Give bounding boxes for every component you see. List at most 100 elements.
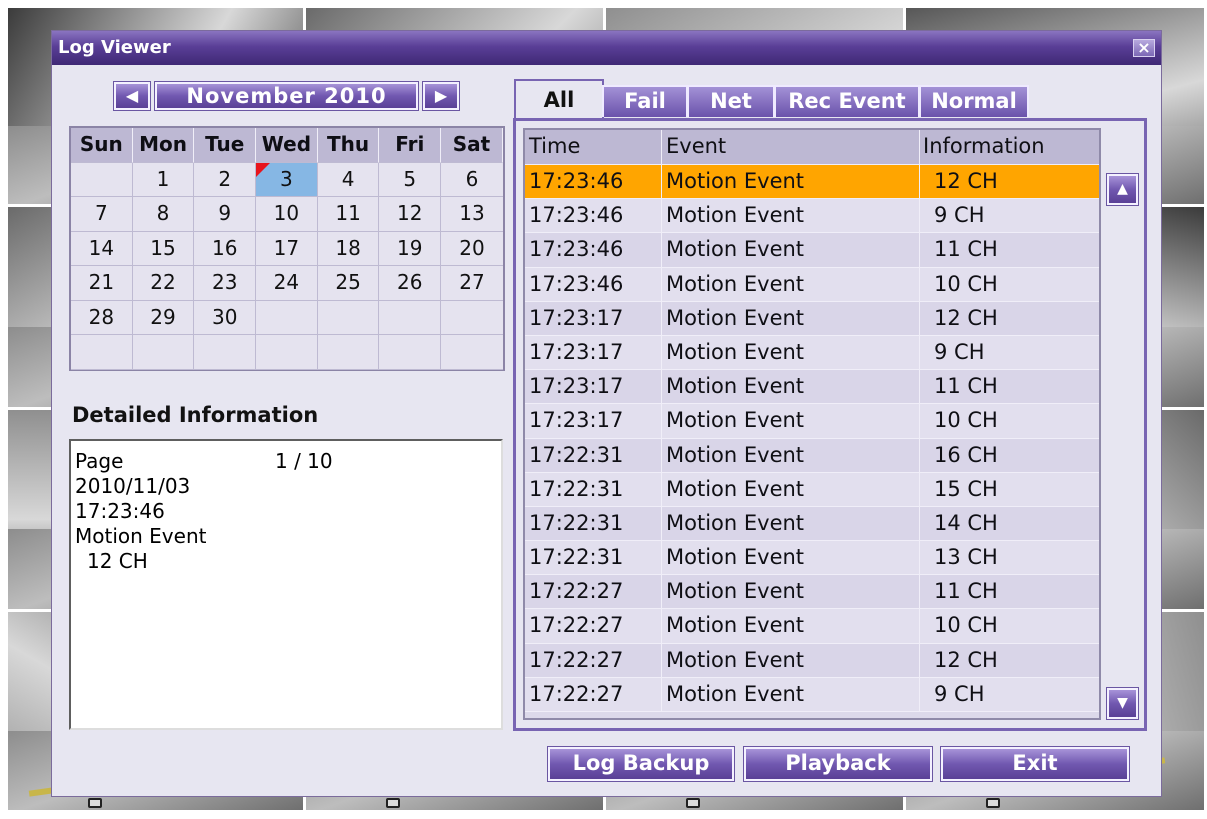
calendar-day[interactable]: 16 (194, 231, 257, 266)
column-header-event[interactable]: Event (662, 130, 920, 164)
log-row[interactable]: 17:22:27 Motion Event 9 CH (525, 677, 1099, 712)
chevron-left-icon: ◀ (125, 86, 139, 105)
calendar-week-row (71, 335, 503, 370)
exit-button[interactable]: Exit (940, 746, 1130, 782)
log-row[interactable]: 17:23:17 Motion Event 12 CH (525, 301, 1099, 336)
log-time: 17:23:46 (525, 267, 662, 301)
calendar-day[interactable]: 8 (132, 197, 195, 232)
calendar-day[interactable]: 11 (317, 197, 380, 232)
calendar-day[interactable]: 17 (256, 231, 318, 266)
next-month-button[interactable]: ▶ (422, 81, 460, 111)
calendar-week-row: 7 8 9 10 11 12 13 (71, 197, 503, 232)
log-row[interactable]: 17:22:27 Motion Event 10 CH (525, 609, 1099, 644)
tab-rec-event[interactable]: Rec Event (774, 85, 920, 117)
column-header-information[interactable]: Information (920, 130, 1099, 164)
calendar-day[interactable]: 25 (317, 266, 380, 301)
calendar-day[interactable]: 5 (379, 162, 442, 197)
calendar-day[interactable]: 6 (441, 162, 503, 197)
calendar-day[interactable]: 20 (441, 231, 503, 266)
calendar-day[interactable]: 29 (132, 300, 195, 335)
log-table-header: Time Event Information (525, 130, 1099, 165)
log-information: 10 CH (934, 408, 998, 433)
log-row[interactable]: 17:23:17 Motion Event 11 CH (525, 370, 1099, 405)
title-bar[interactable]: Log Viewer (52, 31, 1161, 65)
log-row[interactable]: 17:23:46 Motion Event 12 CH (525, 165, 1099, 200)
detail-page-line: Page 1 / 10 (75, 449, 497, 474)
log-event: Motion Event (662, 267, 920, 301)
weekday-label: Sat (441, 128, 503, 163)
tab-normal[interactable]: Normal (919, 85, 1029, 117)
log-row[interactable]: 17:22:31 Motion Event 14 CH (525, 506, 1099, 542)
calendar-day[interactable]: 15 (132, 231, 195, 266)
log-row[interactable]: 17:22:27 Motion Event 11 CH (525, 575, 1099, 610)
log-row[interactable]: 17:22:27 Motion Event 12 CH (525, 643, 1099, 678)
calendar-grid: Sun Mon Tue Wed Thu Fri Sat 1 2 3 4 5 6 7 8 9 10 11 12 13 1… (69, 126, 505, 371)
log-event: Motion Event (662, 541, 920, 575)
calendar-day[interactable]: 26 (379, 266, 442, 301)
chevron-right-icon: ▶ (434, 86, 448, 105)
calendar-day[interactable]: 30 (194, 300, 257, 335)
calendar-day[interactable]: 9 (194, 197, 257, 232)
log-time: 17:23:17 (525, 404, 662, 438)
calendar-day[interactable]: 2 (194, 162, 257, 197)
log-time: 17:22:27 (525, 609, 662, 643)
log-row[interactable]: 17:23:46 Motion Event 10 CH (525, 267, 1099, 302)
calendar-day[interactable]: 10 (256, 197, 318, 232)
log-information: 13 CH (934, 545, 998, 570)
tab-net[interactable]: Net (687, 85, 775, 117)
log-information: 15 CH (934, 476, 998, 501)
log-row[interactable]: 17:23:17 Motion Event 10 CH (525, 404, 1099, 439)
calendar-day[interactable]: 12 (379, 197, 442, 232)
calendar-day[interactable]: 14 (71, 231, 133, 266)
log-time: 17:23:17 (525, 370, 662, 404)
calendar-empty-cell (441, 300, 503, 335)
log-row[interactable]: 17:22:31 Motion Event 13 CH (525, 541, 1099, 576)
calendar-day[interactable]: 27 (441, 266, 503, 301)
calendar-day[interactable]: 7 (71, 197, 133, 232)
calendar-empty-cell (132, 335, 195, 370)
camera-icon (386, 798, 400, 808)
playback-button[interactable]: Playback (743, 746, 933, 782)
month-label: November 2010 (154, 81, 419, 111)
calendar-day[interactable]: 1 (132, 162, 195, 197)
calendar-day[interactable]: 18 (317, 231, 380, 266)
log-time: 17:22:31 (525, 438, 662, 472)
calendar-day[interactable]: 4 (317, 162, 380, 197)
calendar-day[interactable]: 24 (256, 266, 318, 301)
log-row[interactable]: 17:23:17 Motion Event 9 CH (525, 335, 1099, 371)
calendar-day[interactable]: 13 (441, 197, 503, 232)
tab-fail[interactable]: Fail (602, 85, 688, 117)
scroll-down-button[interactable]: ▼ (1106, 687, 1139, 720)
calendar-day[interactable]: 21 (71, 266, 133, 301)
calendar-day[interactable]: 19 (379, 231, 442, 266)
log-row[interactable]: 17:23:46 Motion Event 11 CH (525, 233, 1099, 268)
detail-info-box[interactable]: Page 1 / 10 2010/11/03 17:23:46 Motion E… (69, 439, 503, 730)
event-marker-icon (256, 162, 271, 177)
log-row[interactable]: 17:22:31 Motion Event 16 CH (525, 438, 1099, 473)
close-icon[interactable]: × (1133, 39, 1155, 57)
prev-month-button[interactable]: ◀ (113, 81, 151, 111)
weekday-label: Sun (71, 128, 133, 163)
log-information: 14 CH (934, 510, 998, 535)
calendar-day[interactable]: 28 (71, 300, 133, 335)
log-time: 17:23:17 (525, 335, 662, 370)
log-event: Motion Event (662, 370, 920, 404)
tab-all[interactable]: All (514, 79, 604, 121)
calendar-day[interactable]: 23 (194, 266, 257, 301)
log-row[interactable]: 17:23:46 Motion Event 9 CH (525, 199, 1099, 234)
log-row[interactable]: 17:22:31 Motion Event 15 CH (525, 472, 1099, 507)
scroll-up-button[interactable]: ▲ (1106, 173, 1139, 206)
log-time: 17:22:31 (525, 541, 662, 575)
log-information: 9 CH (934, 203, 985, 228)
camera-icon (986, 798, 1000, 808)
column-header-time[interactable]: Time (525, 130, 662, 164)
log-information: 12 CH (934, 169, 998, 193)
calendar-day[interactable]: 22 (132, 266, 195, 301)
weekday-label: Wed (256, 128, 318, 163)
calendar-day[interactable]: 3 (256, 162, 318, 197)
weekday-header: Sun Mon Tue Wed Thu Fri Sat (71, 128, 503, 163)
calendar-empty-cell (441, 335, 503, 370)
calendar-empty-cell (379, 300, 442, 335)
log-panel: Time Event Information 17:23:46 Motion Ev… (513, 118, 1147, 731)
log-backup-button[interactable]: Log Backup (547, 746, 735, 782)
